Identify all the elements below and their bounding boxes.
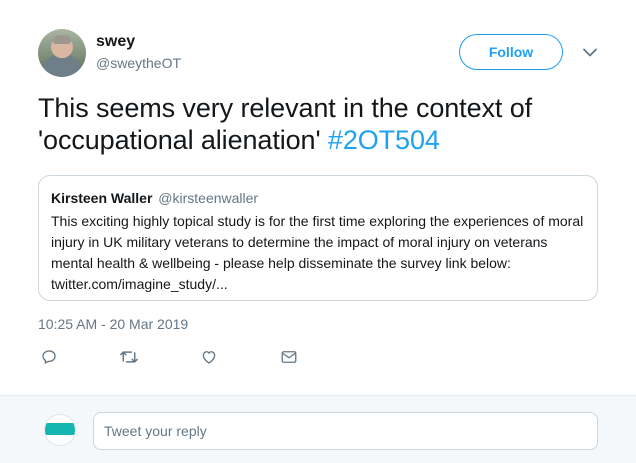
author-avatar[interactable] [38,29,86,77]
reply-input[interactable] [93,412,598,450]
reply-bar [0,395,636,463]
chevron-down-icon[interactable] [580,44,600,60]
tweet-text: This seems very relevant in the context … [38,92,598,156]
tweet-actions [38,346,338,368]
quoted-tweet-header: Kirsteen Waller @kirsteenwaller [51,189,585,207]
tweet-timestamp[interactable]: 10:25 AM - 20 Mar 2019 [38,316,188,332]
author-handle[interactable]: @sweytheOT [96,55,181,71]
heart-icon[interactable] [198,346,220,368]
quoted-tweet-text: This exciting highly topical study is fo… [51,213,584,292]
tweet-card: swey @sweytheOT Follow This seems very r… [0,0,636,395]
envelope-icon[interactable] [278,346,300,368]
hashtag-link[interactable]: #2OT504 [328,125,440,155]
quoted-author-handle: @kirsteenwaller [158,190,259,206]
tweet-text-body: This seems very relevant in the context … [38,93,533,155]
quoted-author-name: Kirsteen Waller [51,190,153,206]
follow-button[interactable]: Follow [459,34,563,70]
reply-icon[interactable] [38,346,60,368]
current-user-avatar[interactable] [44,414,76,446]
retweet-icon[interactable] [118,346,140,368]
author-display-name[interactable]: swey [96,33,135,51]
quoted-tweet[interactable]: Kirsteen Waller @kirsteenwaller This exc… [38,175,598,301]
